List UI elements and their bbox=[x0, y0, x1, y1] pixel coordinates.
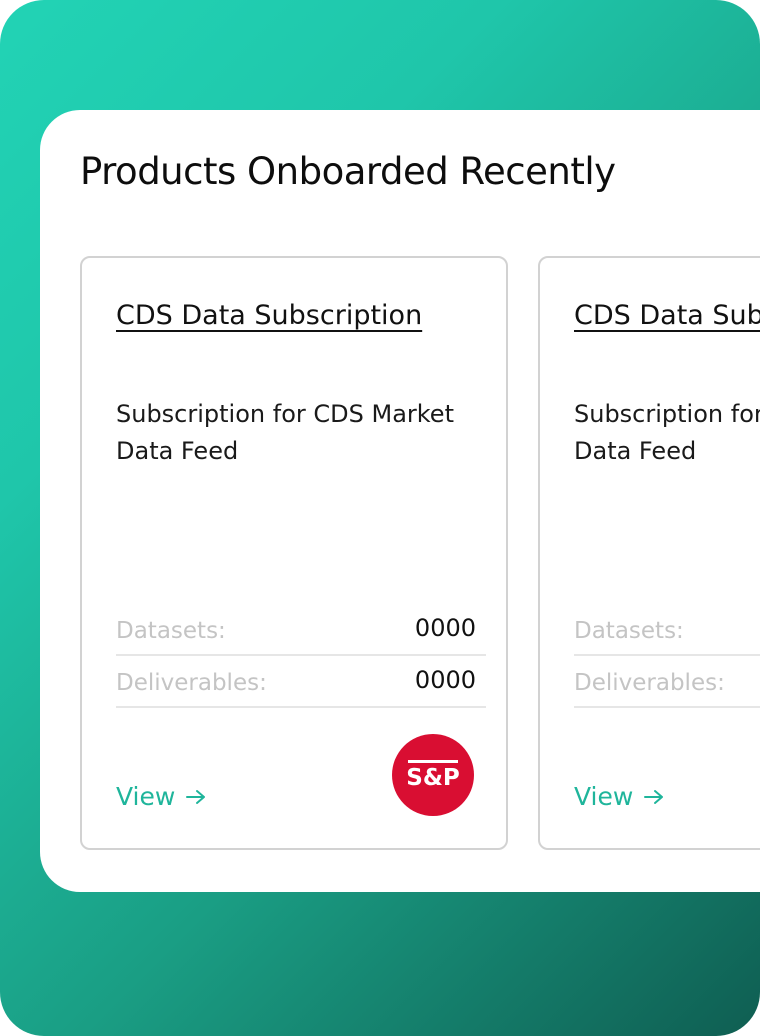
datasets-label: Datasets: bbox=[116, 618, 226, 644]
products-panel: Products Onboarded Recently CDS Data Sub… bbox=[40, 110, 760, 892]
deliverables-label: Deliverables: bbox=[574, 670, 725, 696]
panel-title: Products Onboarded Recently bbox=[80, 150, 616, 193]
view-link[interactable]: View bbox=[574, 782, 665, 811]
sp-logo: S&P bbox=[392, 734, 474, 816]
product-title-link[interactable]: CDS Data Subscription bbox=[574, 296, 760, 336]
arrow-right-icon bbox=[643, 789, 665, 805]
product-card: CDS Data Subscription Subscription for C… bbox=[538, 256, 760, 850]
product-title-link[interactable]: CDS Data Subscription bbox=[116, 296, 436, 336]
logo-text: S&P bbox=[406, 765, 460, 791]
deliverables-row: Deliverables: 0000 bbox=[116, 656, 486, 708]
deliverables-row: Deliverables: 0000 bbox=[574, 656, 760, 708]
view-link[interactable]: View bbox=[116, 782, 207, 811]
deliverables-label: Deliverables: bbox=[116, 670, 267, 696]
product-description: Subscription for CDS Market Data Feed bbox=[574, 400, 760, 465]
gradient-background: Products Onboarded Recently CDS Data Sub… bbox=[0, 0, 760, 1036]
view-label: View bbox=[116, 782, 176, 811]
view-label: View bbox=[574, 782, 634, 811]
product-card: CDS Data Subscription Subscription for C… bbox=[80, 256, 508, 850]
deliverables-value: 0000 bbox=[414, 666, 476, 694]
datasets-value: 0000 bbox=[414, 614, 476, 642]
logo-bar bbox=[408, 760, 458, 763]
arrow-right-icon bbox=[185, 789, 207, 805]
datasets-row: Datasets: 0000 bbox=[116, 604, 486, 656]
product-description: Subscription for CDS Market Data Feed bbox=[116, 400, 454, 465]
datasets-row: Datasets: 0000 bbox=[574, 604, 760, 656]
datasets-label: Datasets: bbox=[574, 618, 684, 644]
